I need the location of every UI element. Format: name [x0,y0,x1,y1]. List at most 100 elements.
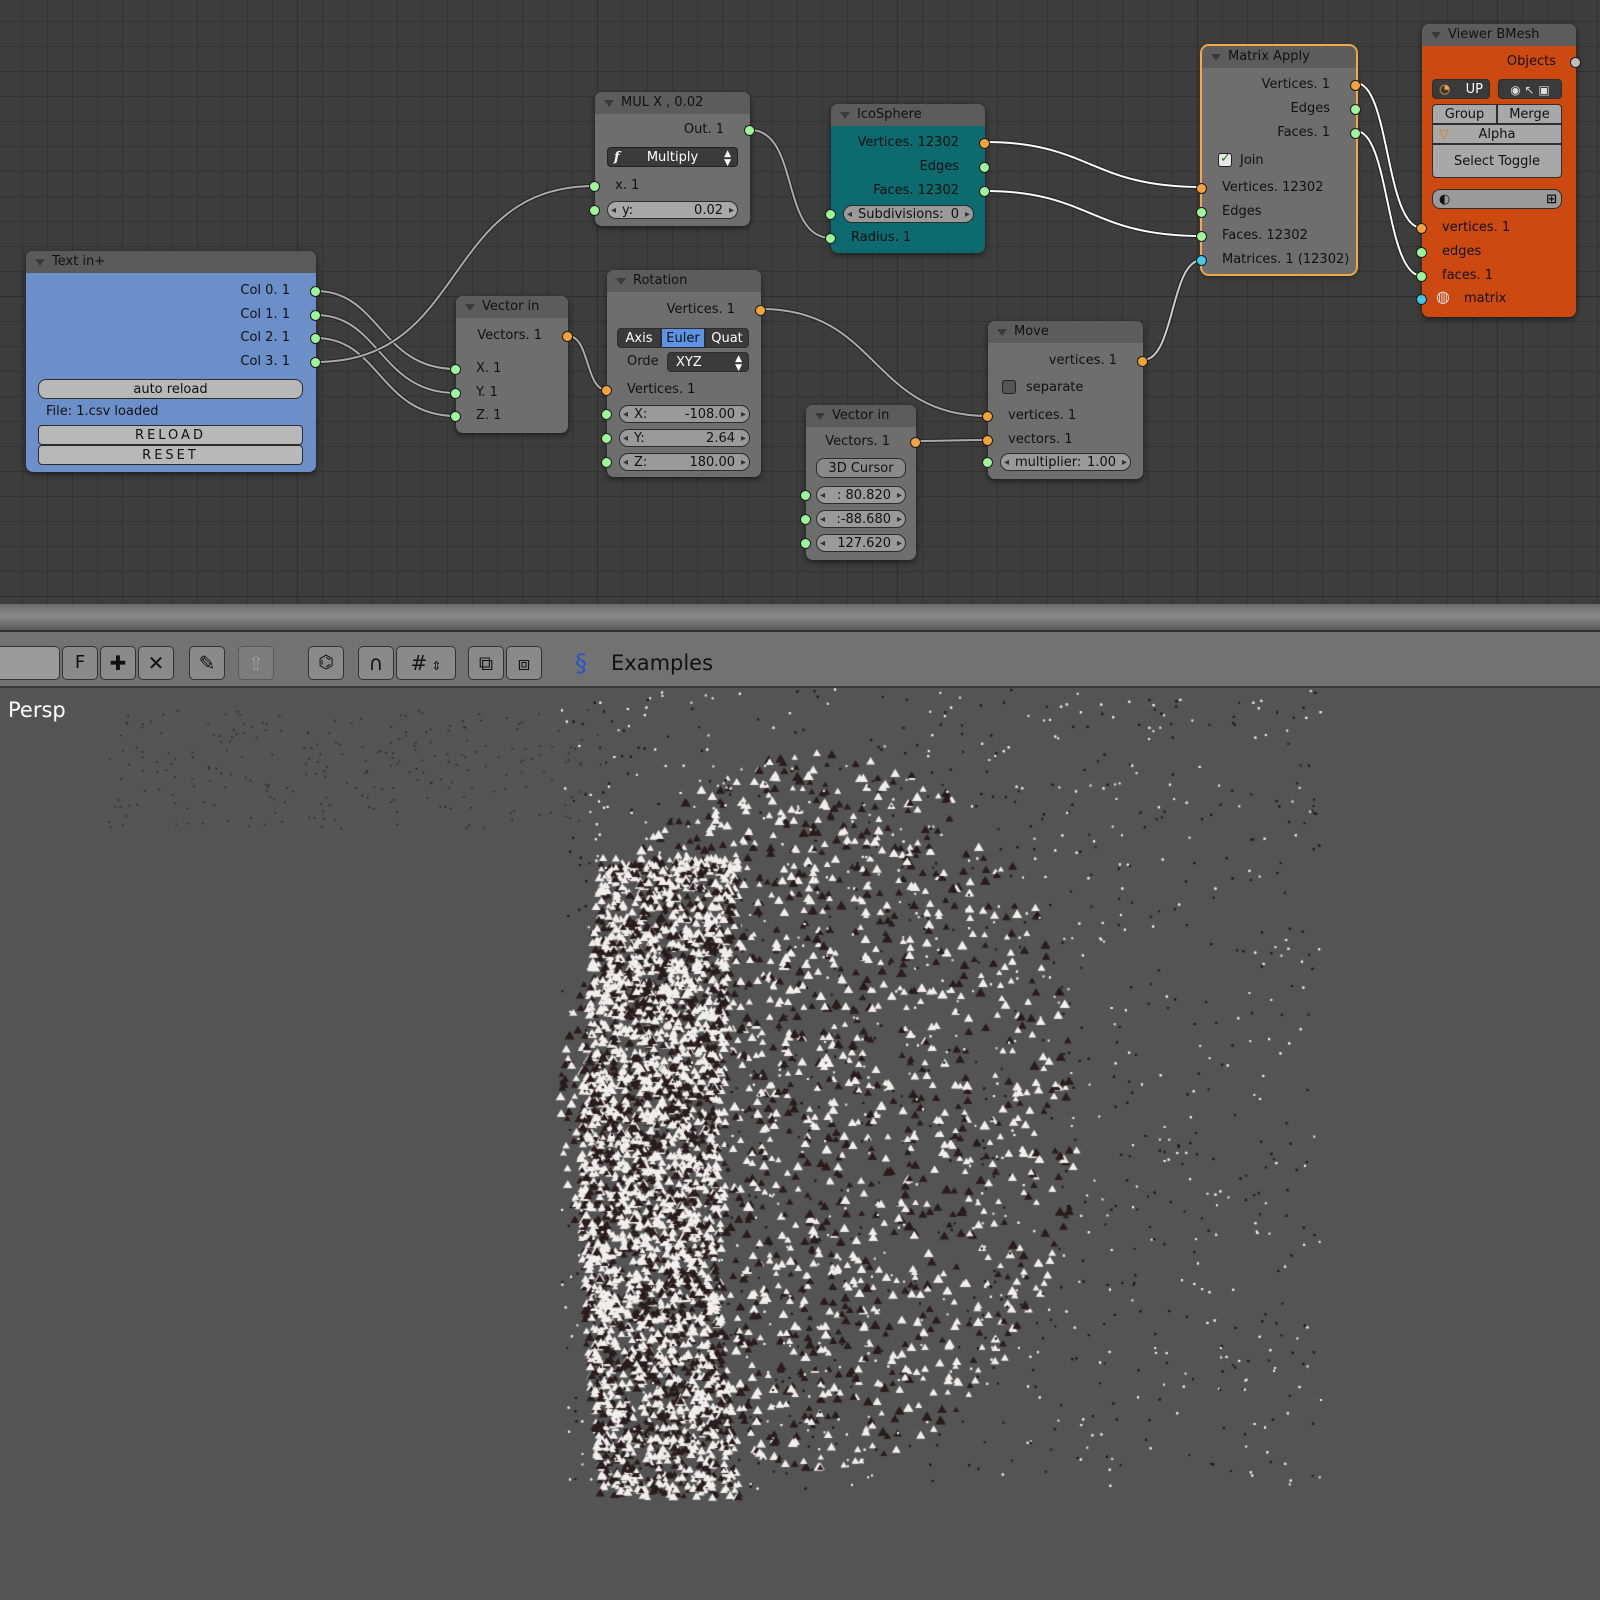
socket[interactable] [1137,356,1148,367]
socket[interactable] [589,205,600,216]
node-tree-name-field[interactable] [0,646,60,680]
node-header[interactable]: Move [988,321,1143,343]
socket[interactable] [1416,247,1427,258]
group-button[interactable]: Group [1432,104,1497,124]
copy-icon[interactable]: ⧉ [468,646,504,680]
merge-button[interactable]: Merge [1497,104,1562,124]
3d-cursor-button[interactable]: 3D Cursor [816,458,906,478]
alpha-field[interactable]: ▽ Alpha [1432,124,1562,144]
node-tree-icon[interactable]: ⌬ [308,646,344,680]
vector-z-field[interactable]: 127.620 [816,534,906,553]
socket[interactable] [1416,223,1427,234]
mode-quat[interactable]: Quat [705,328,749,348]
socket[interactable] [755,305,766,316]
socket[interactable] [310,286,321,297]
socket[interactable] [1196,183,1207,194]
socket[interactable] [450,388,461,399]
socket[interactable] [1416,271,1427,282]
socket[interactable] [601,457,612,468]
socket[interactable] [1196,207,1207,218]
node-header[interactable]: MUL X , 0.02 [595,92,750,114]
order-dropdown[interactable]: XYZ ▲ ▼ [667,352,749,373]
socket[interactable] [982,435,993,446]
socket[interactable] [1350,80,1361,91]
select-toggle-button[interactable]: Select Toggle [1432,144,1562,178]
node-header[interactable]: Matrix Apply [1202,46,1356,68]
socket[interactable] [601,409,612,420]
socket[interactable] [310,333,321,344]
socket[interactable] [800,514,811,525]
3d-viewport[interactable]: Persp [0,688,1600,1600]
socket[interactable] [1416,294,1427,305]
socket[interactable] [450,411,461,422]
separate-checkbox[interactable] [1002,380,1016,394]
socket[interactable] [589,181,600,192]
mode-axis[interactable]: Axis [617,328,661,348]
socket[interactable] [910,437,921,448]
sverchok-icon[interactable]: § [566,646,596,680]
z-field[interactable]: Z: 180.00 [619,453,750,472]
socket[interactable] [450,364,461,375]
grid-snap-icon[interactable]: # ⇕ [396,646,456,680]
examples-menu[interactable]: Examples [611,646,713,680]
socket[interactable] [1350,104,1361,115]
socket[interactable] [310,310,321,321]
node-header[interactable]: Vector in [806,405,916,427]
vector-in-node-2[interactable]: Vector in Vectors. 1 3D Cursor : 80.820 … [800,405,921,560]
plus-icon[interactable]: ✚ [100,646,136,680]
node-header[interactable]: Vector in [456,296,568,318]
socket[interactable] [1196,231,1207,242]
material-selector[interactable]: ◐ ⊞ [1432,189,1562,209]
node-header[interactable]: Text in+ [26,251,316,273]
mul-node[interactable]: MUL X , 0.02 Out. 1 f Multiply ▲▼ x. 1 y… [589,92,755,226]
move-node[interactable]: Move vertices. 1 separate vertices. 1 ve… [982,321,1148,479]
rotation-node[interactable]: Rotation Vertices. 1 Axis Euler Quat Ord… [601,270,766,477]
auto-reload-button[interactable]: auto reload [38,379,303,399]
vector-in-node[interactable]: Vector in Vectors. 1 X. 1 Y. 1 Z. 1 [450,296,573,433]
text-in-node[interactable]: Text in+ Col 0. 1 Col 1. 1 Col 2. 1 Col … [26,251,321,472]
socket[interactable] [979,138,990,149]
node-header[interactable]: Viewer BMesh [1422,24,1576,46]
y-field[interactable]: y: 0.02 [607,201,738,220]
socket[interactable] [982,411,993,422]
close-icon[interactable]: ✕ [138,646,174,680]
icosphere-node[interactable]: IcoSphere Vertices. 12302 Edges Faces. 1… [825,104,990,253]
socket[interactable] [310,357,321,368]
node-header[interactable]: IcoSphere [831,104,985,126]
paste-icon[interactable]: ⧈ [506,646,542,680]
socket[interactable] [800,490,811,501]
pin-icon[interactable]: ✎ [189,646,225,680]
mode-euler[interactable]: Euler [661,328,705,348]
reload-button[interactable]: RELOAD [38,425,303,445]
socket[interactable] [601,433,612,444]
x-field[interactable]: X: -108.00 [619,405,750,424]
area-splitter[interactable] [0,604,1600,632]
socket[interactable] [825,209,836,220]
matrix-apply-node[interactable]: Matrix Apply Vertices. 1 Edges Faces. 1 … [1196,44,1361,276]
operation-dropdown[interactable]: f Multiply ▲ ▼ [607,147,738,168]
socket[interactable] [825,233,836,244]
snap-magnet-icon[interactable]: ∩ [358,646,394,680]
reset-button[interactable]: RESET [38,445,303,465]
visibility-toggles[interactable]: ◉ ↖ ▣ [1498,79,1562,99]
socket[interactable] [1570,57,1581,68]
socket[interactable] [744,125,755,136]
vector-x-field[interactable]: : 80.820 [816,486,906,505]
add-icon[interactable]: ⊞ [1546,190,1557,210]
socket[interactable] [1350,128,1361,139]
viewer-bmesh-node[interactable]: Viewer BMesh Objects ◔ UP ◉ ↖ ▣ Group Me… [1416,24,1581,317]
socket[interactable] [800,538,811,549]
socket[interactable] [979,186,990,197]
fake-user-button[interactable]: F [62,646,98,680]
join-checkbox[interactable] [1218,151,1232,167]
socket[interactable] [982,457,993,468]
y-field[interactable]: Y: 2.64 [619,429,750,448]
subdivisions-field[interactable]: Subdivisions: 0 [843,205,974,224]
update-button[interactable]: ◔ UP [1432,79,1490,99]
socket[interactable] [979,162,990,173]
socket[interactable] [562,331,573,342]
socket[interactable] [601,385,612,396]
vector-y-field[interactable]: :-88.680 [816,510,906,529]
node-header[interactable]: Rotation [607,270,761,292]
node-editor[interactable]: Text in+ Col 0. 1 Col 1. 1 Col 2. 1 Col … [0,0,1600,604]
